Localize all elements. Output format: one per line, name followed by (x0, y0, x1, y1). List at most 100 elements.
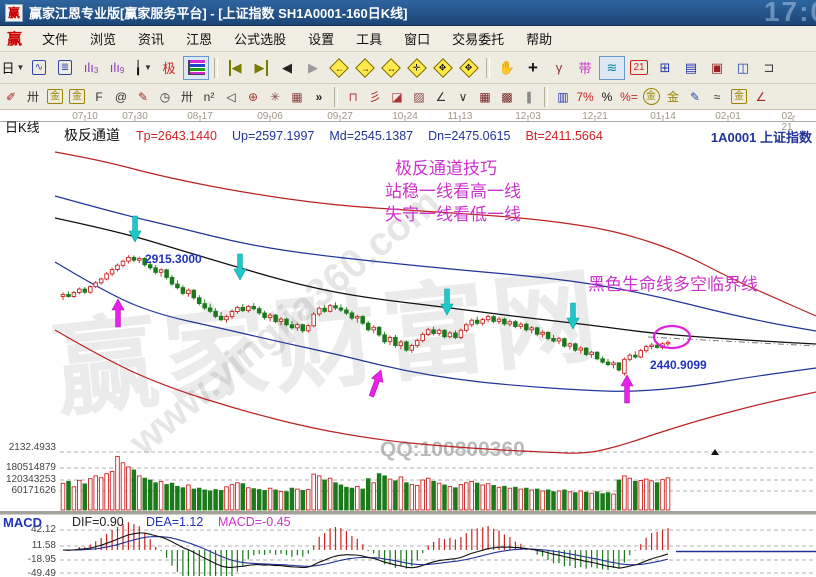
date-axis-label: 07-30 (122, 111, 148, 122)
rect-frame-icon[interactable]: ⊓ (343, 87, 363, 106)
parallel-lines-icon[interactable]: ∥ (519, 87, 539, 106)
toolbar-separator (544, 87, 548, 107)
brush-tool-icon[interactable]: ✐ (1, 87, 21, 106)
crosshair-tool-icon[interactable]: + (521, 57, 545, 79)
ruler-ticks-icon[interactable]: 卅 (23, 87, 43, 106)
macd-title[interactable]: MACD (3, 515, 42, 530)
menu-item[interactable]: 文件 (31, 26, 79, 51)
dark-grid-icon[interactable]: ▦ (475, 87, 495, 106)
calendar-icon[interactable]: 21 (627, 57, 651, 79)
save-icon[interactable]: ▣ (705, 57, 729, 79)
menu-item[interactable]: 浏览 (79, 26, 127, 51)
box-grid-icon[interactable]: ▩ (497, 87, 517, 106)
angle-line-icon[interactable]: ∠ (431, 87, 451, 106)
gann-circle-icon[interactable]: ⊕ (243, 87, 263, 106)
compress-icon[interactable]: ✛ (405, 57, 429, 79)
gann-grid-icon[interactable]: ▦ (287, 87, 307, 106)
export-icon[interactable]: ◫ (731, 57, 755, 79)
ribbon-tool-icon[interactable]: 带 (573, 57, 597, 79)
volume-axis-label: 180514879 (0, 462, 56, 473)
notepad-icon[interactable]: ▤ (679, 57, 703, 79)
macd-bar-value: MACD=-0.45 (218, 515, 291, 529)
annotation-line: 站稳一线看高一线 (385, 180, 521, 203)
time-ticks-icon[interactable]: 卅 (177, 87, 197, 106)
percent-strike-icon[interactable]: 7% (575, 87, 595, 106)
menu-item[interactable]: 工具 (345, 26, 393, 51)
date-axis-label: 12-21 (582, 111, 608, 122)
move-all-icon[interactable]: ✥ (457, 57, 481, 79)
fan-box-icon[interactable]: ◪ (387, 87, 407, 106)
macd-axis-label: -18.95 (0, 554, 56, 565)
calculator-icon[interactable]: ⊞ (653, 57, 677, 79)
cyan-down-arrow (441, 289, 453, 315)
menu-item[interactable]: 公式选股 (223, 26, 297, 51)
angle-measure-icon[interactable]: γ (547, 57, 571, 79)
goto-first-icon[interactable]: ◀ (223, 57, 247, 79)
pan-right-icon[interactable]: → (353, 57, 377, 79)
pattern-window-icon[interactable]: ∿ (27, 57, 51, 79)
price-low-label: 2440.9099 (650, 358, 707, 372)
marker-pen-icon[interactable]: ✎ (685, 87, 705, 106)
date-axis-label: 02-01 (715, 111, 741, 122)
toolbar-separator (334, 87, 338, 107)
info-document-icon[interactable]: ≣ (53, 57, 77, 79)
date-axis-label: 11-13 (448, 111, 473, 122)
menu-item[interactable]: 资讯 (127, 26, 175, 51)
pan-left-icon[interactable]: ← (327, 57, 351, 79)
menu-item[interactable]: 窗口 (393, 26, 441, 51)
magenta-up-arrow (112, 299, 124, 327)
candle-style-icon[interactable]: ╽▼ (131, 57, 155, 79)
toolbar-separator (214, 58, 218, 78)
percent-lines-icon[interactable]: %= (619, 87, 639, 106)
wave-3-icon[interactable]: ılı3 (79, 57, 103, 79)
shaded-fan-icon[interactable]: ▨ (409, 87, 429, 106)
highlight-ellipse (654, 326, 690, 348)
indicator-name[interactable]: 极反通道 (64, 125, 120, 145)
gold-box-icon[interactable]: 金 (729, 87, 749, 106)
golden-section-icon[interactable]: 金 (45, 87, 65, 106)
toolbar-drawing: ✐卅金金F@✎◷卅n²◁⊕✳▦»⊓彡◪▨∠∨▦▩∥▥7%%%=金金✎≈金∠ (0, 84, 816, 110)
delivery-icon[interactable]: ⊐ (757, 57, 781, 79)
step-back-icon[interactable]: ◀ (275, 57, 299, 79)
gann-fan-icon[interactable]: 彡 (365, 87, 385, 106)
window-title: 赢家江恩专业版[赢家服务平台] - [上证指数 SH1A0001-160日K线] (29, 3, 408, 22)
title-bar[interactable]: 赢 赢家江恩专业版[赢家服务平台] - [上证指数 SH1A0001-160日K… (0, 0, 816, 26)
spiderweb-icon[interactable]: ✳ (265, 87, 285, 106)
menu-item[interactable]: 交易委托 (441, 26, 515, 51)
time-cycle-icon[interactable]: ◷ (155, 87, 175, 106)
volume-profile-icon[interactable] (183, 56, 209, 80)
pennant-icon[interactable]: ◁ (221, 87, 241, 106)
zigzag-icon[interactable]: ∨ (453, 87, 473, 106)
angle-pen-icon[interactable]: ✎ (133, 87, 153, 106)
step-forward-icon[interactable]: ▶ (301, 57, 325, 79)
menu-item[interactable]: 设置 (297, 26, 345, 51)
zoom-horizontal-icon[interactable]: ↔ (379, 57, 403, 79)
annotation-tips: 极反通道技巧 站稳一线看高一线 失守一线看低一线 (385, 157, 521, 226)
clock-overlay: 17:0 (764, 0, 816, 26)
hand-tool-icon[interactable]: ✋ (495, 57, 519, 79)
annotation-line: 失守一线看低一线 (385, 203, 521, 226)
fibonacci-icon[interactable]: F (89, 87, 109, 106)
angle-tool-icon[interactable]: ∠ (751, 87, 771, 106)
jifan-channel-icon[interactable]: 极 (157, 57, 181, 79)
wave-9-icon[interactable]: ılı9 (105, 57, 129, 79)
chart-region[interactable]: 赢家财富网 www.yingjia360.com QQ:100800360 日K… (0, 110, 816, 577)
wave-tool-icon[interactable]: ≈ (707, 87, 727, 106)
cycle-tool-icon[interactable]: ≋ (599, 56, 625, 80)
period-day-selector[interactable]: 日▼ (1, 57, 25, 79)
magenta-up-arrow (621, 375, 633, 403)
date-axis-label: 10-24 (392, 111, 418, 122)
golden-band-icon[interactable]: 金 (67, 87, 87, 106)
menu-item[interactable]: 江恩 (175, 26, 223, 51)
n-square-icon[interactable]: n² (199, 87, 219, 106)
more-tools-icon[interactable]: » (309, 87, 329, 106)
date-axis-label: 12-03 (515, 111, 541, 122)
percent-icon[interactable]: % (597, 87, 617, 106)
gold-lines-icon[interactable]: 金 (663, 87, 683, 106)
price-scale-icon[interactable]: ▥ (553, 87, 573, 106)
expand-icon[interactable]: ✥ (431, 57, 455, 79)
gold-circle-icon[interactable]: 金 (641, 87, 661, 106)
goto-last-icon[interactable]: ▶ (249, 57, 273, 79)
spiral-icon[interactable]: @ (111, 87, 131, 106)
menu-item[interactable]: 帮助 (515, 26, 563, 51)
